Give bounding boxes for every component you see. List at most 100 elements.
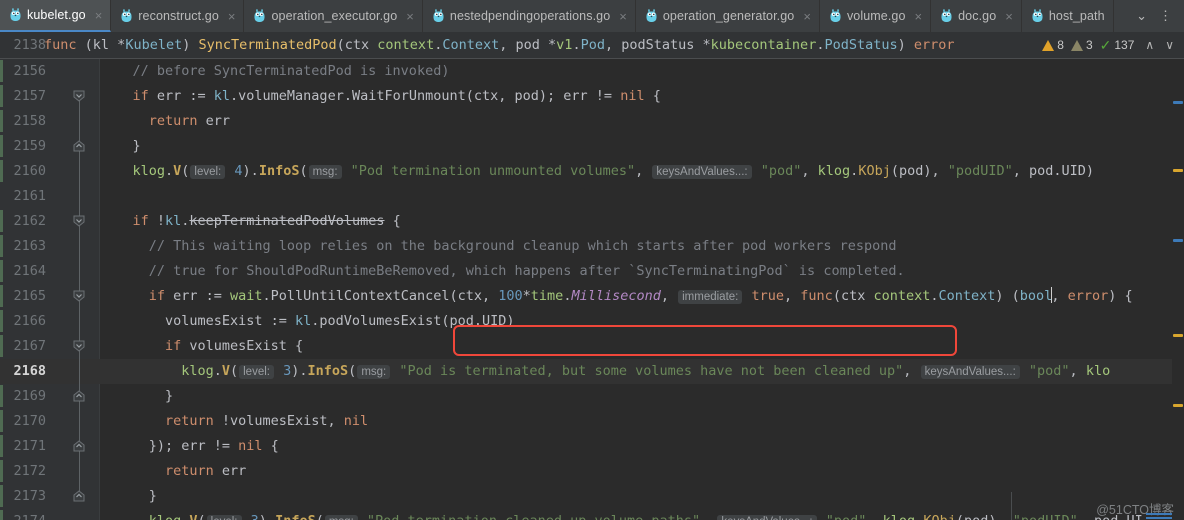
code-token: return [164,463,222,479]
code-token: time [530,288,564,304]
code-token: ) { [1108,288,1133,304]
code-editor[interactable]: 2156 // before SyncTerminatedPod is invok… [0,59,1184,520]
code-lines-container[interactable]: 2156 // before SyncTerminatedPod is invok… [0,59,1184,520]
editor-tab-host-path[interactable]: host_path [1022,0,1114,32]
tab-more-menu-icon[interactable]: ⋮ [1154,0,1177,32]
code-token: ( [181,163,190,179]
line-number[interactable]: 2163 [0,234,56,259]
error-stripe-marker[interactable] [1173,239,1183,242]
code-line[interactable]: 2165 if err := wait.PollUntilContextCance… [0,284,1184,309]
code-line[interactable]: 2171 }); err != nil { [0,434,1184,459]
code-token: PollUntilContextCancel [270,288,450,304]
tab-close-icon[interactable]: × [95,9,103,22]
editor-tab-doc-go[interactable]: doc.go × [931,0,1022,32]
code-line[interactable]: 2168 klog.V(level: 3).InfoS(msg: "Pod is … [0,359,1184,384]
editor-tab-nestedpendingoperations-go[interactable]: nestedpendingoperations.go × [423,0,636,32]
line-number[interactable]: 2162 [0,209,56,234]
line-number[interactable]: 2160 [0,159,56,184]
code-token: if [132,213,157,229]
next-problem-chevron-down-icon[interactable]: ∨ [1161,38,1178,52]
line-number[interactable]: 2167 [0,334,56,359]
go-file-icon [254,9,265,23]
fold-marker-up[interactable] [73,434,87,459]
code-line[interactable]: 2158 return err [0,109,1184,134]
tab-close-icon[interactable]: × [803,10,811,23]
error-stripe-marker[interactable] [1173,169,1183,172]
code-line[interactable]: 2164 // true for ShouldPodRuntimeBeRemove… [0,259,1184,284]
line-number[interactable]: 2158 [0,109,56,134]
tab-overflow-chevron-down-icon[interactable]: ⌄ [1131,0,1152,32]
code-line[interactable]: 2162 if !kl.keepTerminatedPodVolumes { [0,209,1184,234]
line-number[interactable]: 2164 [0,259,56,284]
code-token: ! [156,213,165,229]
code-token: "pod" [1028,363,1070,379]
code-token: klog [181,363,214,379]
tab-close-icon[interactable]: × [228,10,236,23]
code-line[interactable]: 2156 // before SyncTerminatedPod is invok… [0,59,1184,84]
fold-marker-down[interactable] [73,334,87,359]
line-number[interactable]: 2159 [0,134,56,159]
warning-count-group[interactable]: 8 [1042,38,1064,52]
warning-count: 8 [1057,38,1064,52]
fold-marker-up[interactable] [73,484,87,509]
line-number[interactable]: 2157 [0,84,56,109]
code-line[interactable]: 2166 volumesExist := kl.podVolumesExist(p… [0,309,1184,334]
line-content: }); err != nil { [100,434,279,459]
weak-warning-count-group[interactable]: 3 [1070,38,1093,52]
code-line[interactable]: 2173} [0,484,1184,509]
prev-problem-chevron-up-icon[interactable]: ∧ [1141,38,1158,52]
error-stripe-marker[interactable] [1173,334,1183,337]
tab-label: reconstruct.go [138,9,219,23]
line-number[interactable]: 2165 [0,284,56,309]
code-token: nil [343,413,369,429]
editor-tab-operation-generator-go[interactable]: operation_generator.go × [636,0,820,32]
chevron-down-icon [73,90,85,102]
inspection-widget[interactable]: 8 3 ✓ 137 ∧ ∨ [1032,32,1184,58]
parameter-hint: immediate: [678,290,743,304]
code-line[interactable]: 2159} [0,134,1184,159]
tab-close-icon[interactable]: × [619,10,627,23]
ok-count-group[interactable]: ✓ 137 [1100,38,1135,52]
fold-marker-up[interactable] [73,134,87,159]
line-number[interactable]: 2166 [0,309,56,334]
code-line[interactable]: 2174 klog.V(level: 3).InfoS(msg: "Pod ter… [0,509,1184,520]
line-content: klog.V(level: 4).InfoS(msg: "Pod termina… [100,159,1094,185]
editor-tab-volume-go[interactable]: volume.go × [820,0,932,32]
line-number[interactable]: 2172 [0,459,56,484]
line-number[interactable]: 2168 [0,359,56,384]
tab-close-icon[interactable]: × [1005,10,1013,23]
editor-tab-operation-executor-go[interactable]: operation_executor.go × [244,0,423,32]
tab-close-icon[interactable]: × [406,10,414,23]
line-number[interactable]: 2174 [0,509,56,520]
line-number[interactable]: 2171 [0,434,56,459]
line-number[interactable]: 2169 [0,384,56,409]
error-stripe-marker[interactable] [1173,404,1183,407]
line-number[interactable]: 2170 [0,409,56,434]
watermark-text: @51CTO博客 [1096,503,1174,517]
tab-close-icon[interactable]: × [915,10,923,23]
fold-marker-down[interactable] [73,84,87,109]
fold-marker-up[interactable] [73,384,87,409]
code-line[interactable]: 2160 klog.V(level: 4).InfoS(msg: "Pod ter… [0,159,1184,184]
code-line[interactable]: 2169} [0,384,1184,409]
code-token: func [800,288,833,304]
line-number[interactable]: 2156 [0,59,56,84]
editor-tab-reconstruct-go[interactable]: reconstruct.go × [111,0,245,32]
line-number[interactable]: 2161 [0,184,56,209]
code-line[interactable]: 2170 return !volumesExist, nil [0,409,1184,434]
error-stripe-marker[interactable] [1173,101,1183,104]
code-line[interactable]: 2172 return err [0,459,1184,484]
error-stripe-scrollbar[interactable] [1172,59,1184,520]
code-line[interactable]: 2161 [0,184,1184,209]
line-content: if err := wait.PollUntilContextCancel(ct… [100,284,1133,310]
signature-token: * [702,37,711,53]
code-line[interactable]: 2157 if err := kl.volumeManager.WaitForUn… [0,84,1184,109]
code-line[interactable]: 2163 // This waiting loop relies on the b… [0,234,1184,259]
fold-marker-down[interactable] [73,209,87,234]
editor-tab-kubelet-go[interactable]: kubelet.go × [0,0,112,32]
code-line[interactable]: 2167 if volumesExist { [0,334,1184,359]
chevron-up-icon [73,140,85,152]
chevron-down-icon [73,340,85,352]
line-number[interactable]: 2173 [0,484,56,509]
fold-marker-down[interactable] [73,284,87,309]
